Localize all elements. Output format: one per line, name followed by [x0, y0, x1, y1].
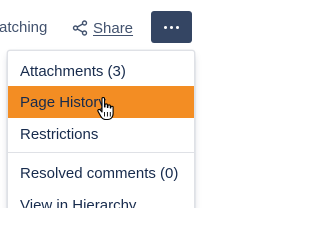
share-button[interactable]: Share: [72, 16, 133, 40]
menu-item-page-history[interactable]: Page History: [8, 86, 194, 118]
menu-item-resolved-comments[interactable]: Resolved comments (0): [8, 157, 194, 189]
watch-button-label[interactable]: atching: [0, 18, 47, 38]
more-actions-menu: Attachments (3) Page History Restriction…: [7, 50, 195, 208]
share-label: Share: [93, 19, 134, 37]
menu-item-attachments[interactable]: Attachments (3): [8, 55, 194, 87]
menu-item-restrictions[interactable]: Restrictions: [8, 118, 194, 150]
menu-item-view-in-hierarchy[interactable]: View in Hierarchy: [8, 189, 194, 209]
share-icon: [72, 20, 88, 36]
menu-divider: [8, 152, 194, 153]
more-horizontal-icon: [164, 25, 179, 29]
more-actions-button[interactable]: [151, 11, 192, 43]
page: atching Share Attachments (3) Page Histo…: [0, 0, 226, 208]
